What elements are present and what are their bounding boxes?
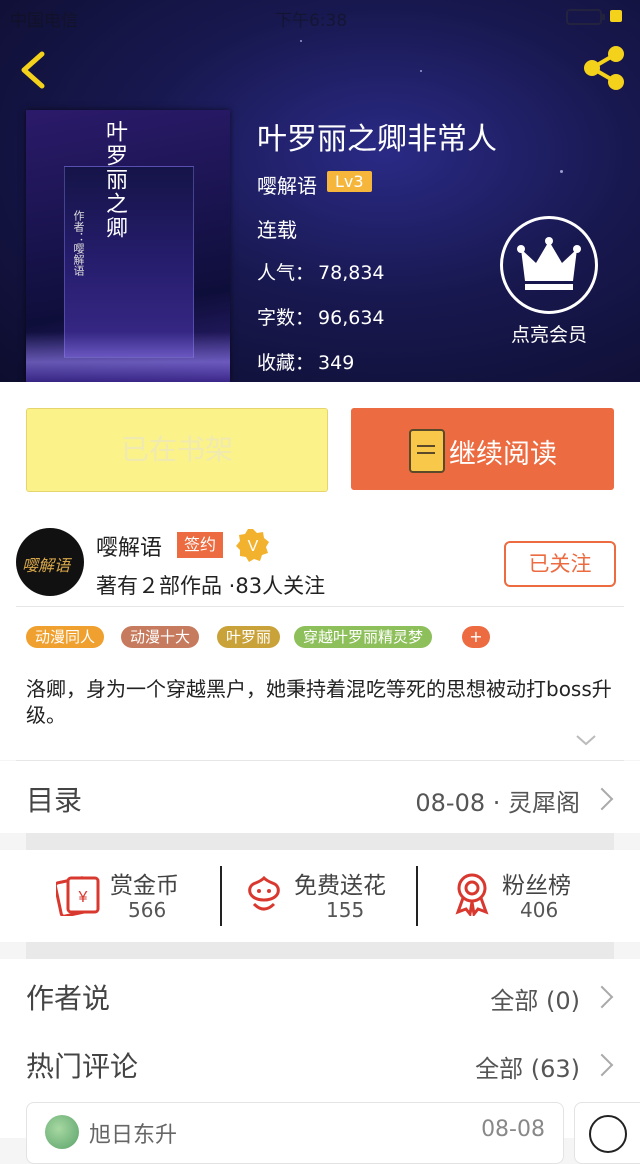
back-button[interactable] — [14, 48, 54, 92]
author-name[interactable]: 嘤解语 — [96, 530, 162, 562]
reward-coins-button[interactable]: ¥ 赏金币 566 — [56, 850, 206, 942]
tag[interactable]: 叶罗丽 — [217, 626, 281, 648]
chevron-right-icon — [590, 985, 614, 1009]
author-level-badge: Lv3 — [327, 171, 372, 192]
book-cover[interactable]: 叶罗丽之卿 作者：嘤解语 — [26, 110, 230, 382]
author-meta: 著有２部作品 ·83人关注 — [96, 574, 326, 598]
cover-glow — [26, 332, 230, 382]
stat-label: 收藏： — [257, 352, 315, 374]
tag[interactable]: 动漫同人 — [26, 626, 105, 648]
author-says-title: 作者说 — [26, 982, 111, 1015]
author-avatar[interactable]: 嘤解语 — [16, 528, 84, 596]
toc-title: 目录 — [26, 784, 83, 817]
chevron-right-icon — [590, 1053, 614, 1077]
support-bar: ¥ 赏金币 566 免费送花 155 粉丝榜 406 — [0, 850, 640, 942]
divider — [220, 866, 222, 926]
comment-date: 08-08 — [481, 1117, 545, 1142]
vip-circle — [500, 216, 598, 314]
vip-label: 点亮会员 — [510, 324, 587, 346]
battery-icon — [566, 9, 605, 25]
hot-comments-title: 热门评论 — [26, 1050, 139, 1083]
cover-title: 叶罗丽之卿 — [102, 120, 127, 240]
author-says-all: 全部 (0) — [490, 987, 580, 1015]
medal-icon — [455, 873, 489, 916]
stat-popularity: 人气： 78,834 — [257, 258, 385, 285]
stat-word-count: 字数： 96,634 — [257, 303, 385, 330]
avatar-text: 嘤解语 — [22, 556, 71, 575]
flower-icon — [248, 875, 280, 911]
stat-label: 字数： — [257, 307, 315, 329]
vip-button[interactable]: 点亮会员 — [499, 216, 599, 346]
expand-chevron-icon[interactable] — [575, 733, 597, 747]
cover-subtitle: 作者：嘤解语 — [72, 210, 85, 276]
clock: 下午6:38 — [275, 11, 348, 31]
reward-coins-label: 赏金币 — [110, 873, 179, 899]
in-bookshelf-button[interactable]: 已在书架 — [26, 408, 328, 492]
book-icon — [409, 429, 445, 473]
book-header: 中国电信 下午6:38 叶罗丽之卿 作者：嘤解语 叶罗丽之卿非常人 嘤解语 Lv… — [0, 0, 640, 382]
tag[interactable]: 穿越叶罗丽精灵梦 — [294, 626, 433, 648]
fan-ranking-count: 406 — [520, 898, 559, 922]
svg-text:¥: ¥ — [78, 889, 88, 906]
comment-card[interactable] — [574, 1102, 640, 1164]
divider — [416, 866, 418, 926]
add-tag-button[interactable]: + — [462, 626, 490, 648]
commenter-name: 旭日东升 — [89, 1123, 178, 1148]
stat-favorites: 收藏： 349 — [257, 348, 354, 375]
star — [560, 170, 563, 173]
comment-card[interactable]: 旭日东升 08-08 — [26, 1102, 564, 1164]
send-flowers-label: 免费送花 — [294, 873, 386, 899]
star — [300, 40, 302, 42]
commenter-avatar — [45, 1115, 79, 1149]
toc-latest-chapter: 08-08 · 灵犀阁 — [415, 789, 580, 817]
section-gap — [26, 942, 614, 959]
reward-coins-count: 566 — [128, 898, 167, 922]
hot-comments-all[interactable]: 全部 (63) — [475, 1049, 580, 1084]
table-of-contents-row[interactable]: 目录 08-08 · 灵犀阁 — [0, 761, 640, 833]
status-bar: 中国电信 下午6:38 — [0, 0, 640, 36]
share-icon[interactable] — [580, 44, 628, 92]
continue-reading-button[interactable]: 继续阅读 — [351, 408, 614, 490]
book-title: 叶罗丽之卿非常人 — [257, 122, 497, 157]
stat-value: 349 — [318, 352, 355, 374]
book-status: 连载 — [257, 218, 297, 242]
chevron-right-icon — [590, 787, 614, 811]
carrier-label: 中国电信 — [10, 11, 78, 31]
follow-button[interactable]: 已关注 — [504, 541, 616, 587]
send-flowers-count: 155 — [326, 898, 365, 922]
stat-label: 人气： — [257, 262, 315, 284]
fan-ranking-label: 粉丝榜 — [502, 873, 571, 899]
coin-ticket-icon: ¥ — [56, 876, 100, 916]
signed-badge: 签约 — [177, 532, 224, 558]
author-says-row[interactable]: 作者说 全部 (0) — [0, 959, 640, 1031]
crown-icon — [517, 237, 581, 290]
stat-value: 96,634 — [318, 307, 385, 329]
section-gap — [26, 833, 614, 850]
stat-value: 78,834 — [318, 262, 385, 284]
verified-v-text: V — [248, 538, 259, 555]
send-flowers-button[interactable]: 免费送花 155 — [244, 850, 404, 942]
fan-ranking-button[interactable]: 粉丝榜 406 — [452, 850, 592, 942]
star — [420, 70, 422, 72]
book-author[interactable]: 嘤解语 — [257, 170, 317, 199]
battery-level-indicator — [610, 10, 622, 22]
divider — [16, 606, 624, 607]
tag[interactable]: 动漫十大 — [121, 626, 200, 648]
verified-v-icon: V — [236, 529, 269, 562]
book-description: 洛卿，身为一个穿越黑户，她秉持着混吃等死的思想被动打boss升级。 — [26, 677, 612, 727]
commenter-avatar — [589, 1115, 627, 1153]
continue-reading-label: 继续阅读 — [449, 439, 557, 470]
